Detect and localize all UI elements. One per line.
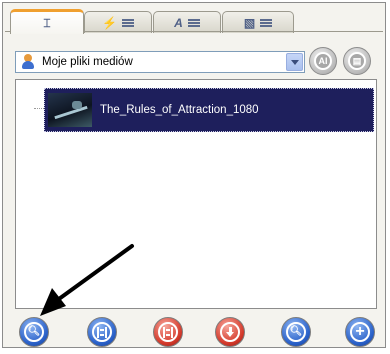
media-list-icon: ⌶ (43, 16, 51, 30)
list-lines-icon (260, 18, 273, 27)
media-panel-window: ⌶ ⚡ A ▧ Moje pliki mediów AI ▤ The_Rules… (0, 0, 390, 354)
bottom-toolbar: 🔍︎ 🔍︎ + (9, 313, 385, 349)
media-item[interactable]: The_Rules_of_Attraction_1080 (44, 88, 374, 132)
download-red-button[interactable] (215, 317, 245, 347)
tab-titles[interactable]: A (153, 11, 221, 33)
overlays-icon: ▧ (243, 15, 256, 30)
list-lines-icon (187, 18, 200, 27)
media-item-name: The_Rules_of_Attraction_1080 (100, 104, 259, 116)
plus-icon: + (355, 323, 365, 340)
video-thumbnail (48, 93, 92, 127)
search-media-button[interactable]: 🔍︎ (19, 317, 49, 347)
magnifier-icon: 🔍︎ (27, 326, 41, 337)
import-icon (163, 326, 173, 338)
list-lines-icon (121, 18, 134, 27)
media-list[interactable]: The_Rules_of_Attraction_1080 (15, 79, 377, 309)
media-panel: ⌶ ⚡ A ▧ Moje pliki mediów AI ▤ The_Rules… (2, 2, 386, 348)
add-video-button[interactable] (87, 317, 117, 347)
tab-media[interactable]: ⌶ (10, 9, 84, 34)
ai-button-label: AI (314, 52, 332, 70)
tab-strip: ⌶ ⚡ A ▧ (8, 5, 384, 34)
film-icon (97, 326, 107, 338)
import-red-button[interactable] (153, 317, 183, 347)
user-icon (21, 54, 35, 70)
library-dropdown-label: Moje pliki mediów (42, 56, 133, 68)
tab-transitions[interactable]: ⚡ (84, 11, 152, 33)
search-icon: 🔍︎ (289, 326, 303, 337)
import-library-button[interactable]: ▤ (343, 47, 371, 75)
add-button[interactable]: + (345, 317, 375, 347)
transitions-icon: ⚡ (102, 15, 117, 30)
ai-button[interactable]: AI (309, 47, 337, 75)
chevron-down-icon[interactable] (286, 53, 303, 71)
titles-icon: A (174, 15, 183, 30)
tab-overlays[interactable]: ▧ (222, 11, 294, 33)
library-dropdown[interactable]: Moje pliki mediów (15, 51, 305, 73)
find-button[interactable]: 🔍︎ (281, 317, 311, 347)
import-icon: ▤ (348, 52, 366, 70)
download-icon (226, 326, 234, 338)
